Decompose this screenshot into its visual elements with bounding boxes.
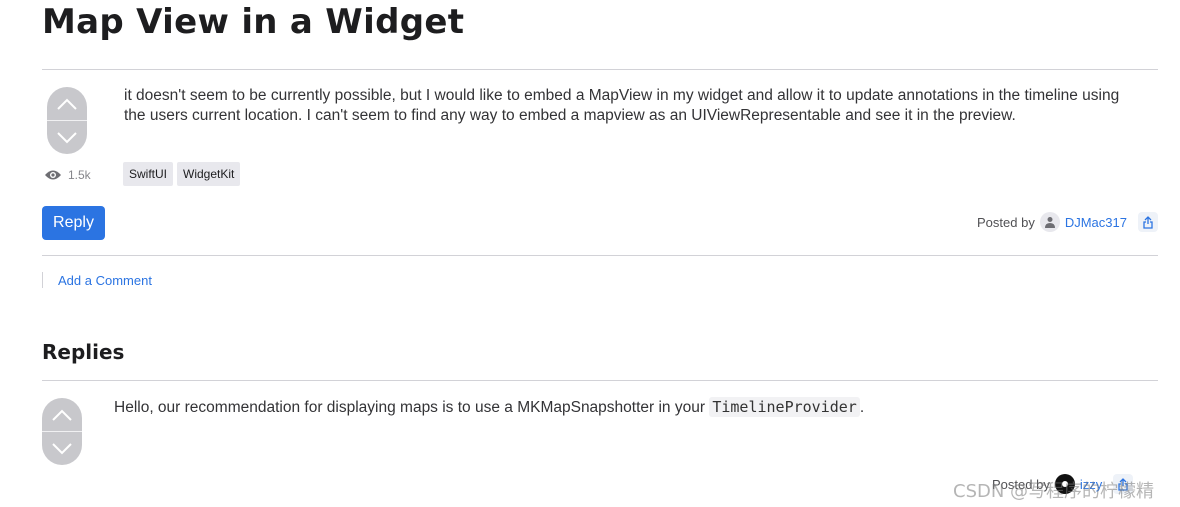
chevron-down-icon — [57, 131, 77, 143]
share-icon — [1143, 215, 1153, 229]
user-icon — [1044, 217, 1055, 228]
tag-list: SwiftUI WidgetKit — [123, 162, 241, 186]
add-comment-link[interactable]: Add a Comment — [58, 273, 152, 288]
reply-text-end: . — [859, 399, 865, 416]
downvote-button[interactable] — [47, 121, 87, 154]
chevron-up-icon — [52, 409, 72, 421]
share-button[interactable] — [1113, 474, 1134, 494]
chevron-up-icon — [57, 98, 77, 110]
tag-widgetkit[interactable]: WidgetKit — [177, 162, 241, 186]
author-link[interactable]: DJMac317 — [1065, 215, 1127, 230]
reply-text: Hello, our recommendation for displaying… — [114, 399, 710, 416]
question-posted-by: Posted by DJMac317 — [977, 212, 1158, 232]
reply-posted-by: Posted by izzy — [992, 474, 1134, 494]
inline-code: TimelineProvider — [709, 397, 860, 417]
replies-heading: Replies — [42, 340, 125, 364]
reply-button[interactable]: Reply — [42, 206, 105, 240]
reply-upvote-button[interactable] — [42, 398, 82, 432]
title-divider — [42, 69, 1158, 70]
tag-swiftui[interactable]: SwiftUI — [123, 162, 174, 186]
question-vote-control — [47, 87, 87, 154]
view-count-value: 1.5k — [68, 168, 91, 182]
posted-by-label: Posted by — [977, 214, 1035, 230]
avatar — [1039, 212, 1060, 232]
question-body: it doesn't seem to be currently possible… — [124, 87, 1120, 124]
reply-vote-control — [42, 398, 82, 465]
user-icon — [1061, 481, 1068, 487]
add-comment-bar: Add a Comment — [42, 272, 152, 288]
question-divider — [42, 255, 1158, 256]
chevron-down-icon — [52, 442, 72, 454]
upvote-button[interactable] — [47, 87, 87, 121]
replies-divider — [42, 380, 1158, 381]
page-title: Map View in a Widget — [42, 2, 465, 42]
share-button[interactable] — [1137, 212, 1158, 232]
eye-icon — [45, 170, 61, 180]
view-count: 1.5k — [44, 168, 91, 182]
share-icon — [1118, 477, 1128, 491]
posted-by-label: Posted by — [992, 476, 1050, 492]
reply-downvote-button[interactable] — [42, 432, 82, 465]
author-link[interactable]: izzy — [1080, 477, 1102, 492]
avatar — [1054, 474, 1075, 494]
reply-body: Hello, our recommendation for displaying… — [114, 397, 1114, 418]
